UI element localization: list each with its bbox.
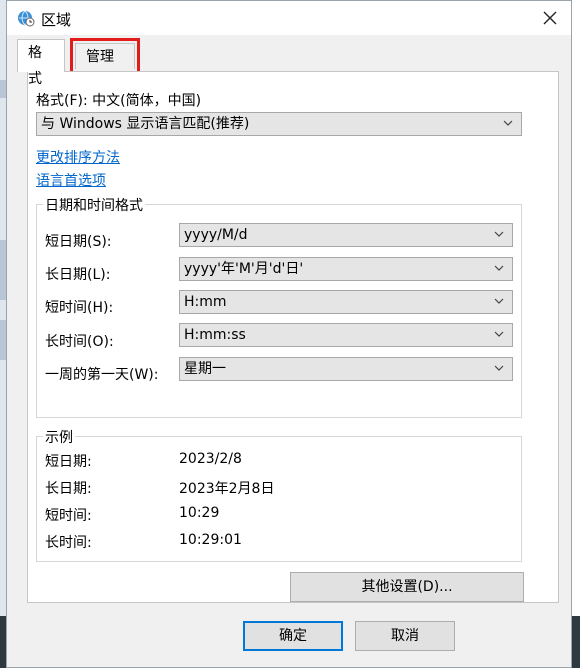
datetime-format-group: 日期和时间格式 短日期(S): yyyy/M/d 长日期(L): yyyy'年'…: [36, 195, 522, 418]
tab-administrative[interactable]: 管理: [70, 38, 140, 74]
example-long-date-label: 长日期:: [45, 481, 92, 497]
ok-button[interactable]: 确定: [243, 621, 343, 651]
chevron-down-icon: [494, 231, 504, 237]
other-settings-button[interactable]: 其他设置(D)...: [290, 572, 524, 602]
chevron-down-icon: [494, 298, 504, 304]
format-dropdown[interactable]: 与 Windows 显示语言匹配(推荐): [36, 112, 522, 136]
close-button[interactable]: [537, 7, 563, 29]
cancel-button[interactable]: 取消: [355, 621, 455, 651]
example-short-time-label: 短时间:: [45, 508, 92, 524]
short-date-label: 短日期(S):: [45, 234, 112, 250]
title-bar: 区域: [7, 1, 571, 35]
long-time-label: 长时间(O):: [45, 334, 114, 350]
first-day-of-week-dropdown[interactable]: 星期一: [179, 357, 513, 381]
long-time-value: H:mm:ss: [184, 327, 246, 343]
example-long-date-value: 2023年2月8日: [179, 481, 275, 497]
chevron-down-icon: [494, 331, 504, 337]
first-day-of-week-label: 一周的第一天(W):: [45, 367, 159, 383]
short-date-value: yyyy/M/d: [184, 227, 248, 243]
example-long-time-value: 10:29:01: [179, 532, 242, 548]
format-selected-value: 与 Windows 显示语言匹配(推荐): [41, 116, 250, 132]
long-time-dropdown[interactable]: H:mm:ss: [179, 323, 513, 347]
long-date-label: 长日期(L):: [45, 267, 111, 283]
examples-group: 示例 短日期: 2023/2/8 长日期: 2023年2月8日 短时间: 10:…: [36, 427, 522, 562]
close-icon: [543, 11, 557, 25]
globe-clock-icon: [18, 10, 35, 27]
short-time-value: H:mm: [184, 294, 227, 310]
language-preferences-link[interactable]: 语言首选项: [36, 170, 106, 190]
short-date-dropdown[interactable]: yyyy/M/d: [179, 223, 513, 247]
chevron-down-icon: [494, 265, 504, 271]
format-tab-panel: 格式(F): 中文(简体，中国) 与 Windows 显示语言匹配(推荐) 更改…: [27, 71, 559, 603]
long-date-value: yyyy'年'M'月'd'日': [184, 261, 304, 277]
example-short-date-value: 2023/2/8: [179, 451, 242, 467]
window-title: 区域: [41, 11, 72, 29]
examples-group-title: 示例: [43, 427, 75, 447]
first-day-of-week-value: 星期一: [184, 361, 226, 377]
format-label: 格式(F): 中文(简体，中国): [36, 93, 202, 109]
long-date-dropdown[interactable]: yyyy'年'M'月'd'日': [179, 257, 513, 281]
datetime-group-title: 日期和时间格式: [43, 195, 145, 215]
tab-format[interactable]: 格式: [17, 39, 65, 87]
chevron-down-icon: [494, 365, 504, 371]
chevron-down-icon: [503, 120, 513, 126]
region-dialog: 区域 格式 管理 格式(F): 中文(简体，中国) 与 Windows 显示语言…: [6, 0, 572, 668]
change-sort-method-link[interactable]: 更改排序方法: [36, 147, 120, 167]
short-time-dropdown[interactable]: H:mm: [179, 290, 513, 314]
example-short-time-value: 10:29: [179, 505, 220, 521]
example-long-time-label: 长时间:: [45, 535, 92, 551]
example-short-date-label: 短日期:: [45, 454, 92, 470]
short-time-label: 短时间(H):: [45, 300, 114, 316]
